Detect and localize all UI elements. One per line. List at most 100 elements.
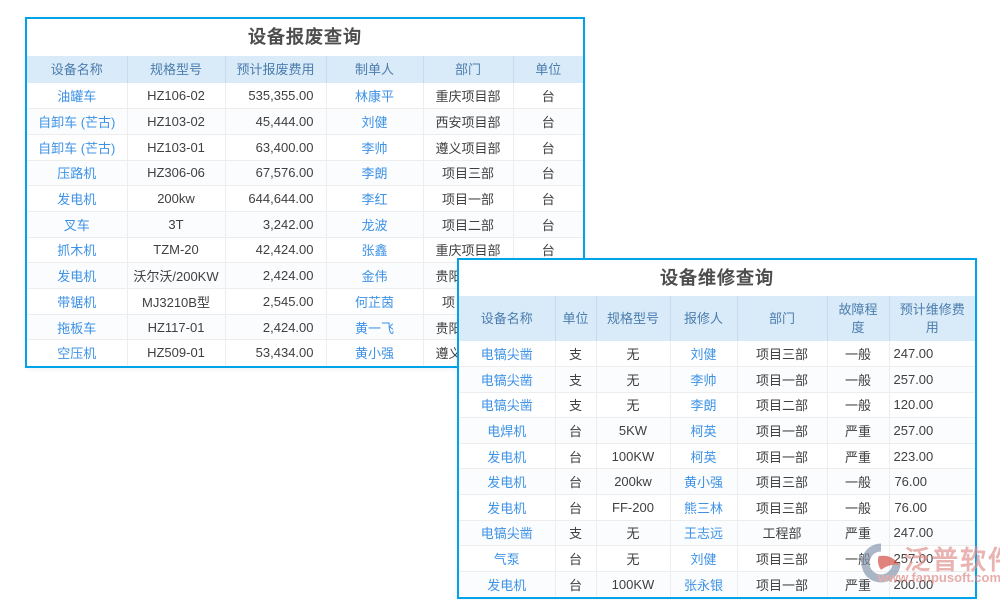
table-row: 电镐尖凿支无李帅项目一部一般257.00 [459, 367, 975, 393]
equipment-name-link[interactable]: 发电机 [459, 469, 555, 495]
unit-cell: 台 [513, 134, 583, 160]
reporter-link[interactable]: 黄小强 [670, 469, 737, 495]
column-header-equipment-name: 设备名称 [459, 296, 555, 341]
equipment-name-link[interactable]: 气泵 [459, 546, 555, 572]
spec-model-cell: 无 [596, 392, 670, 418]
creator-link[interactable]: 李红 [326, 186, 423, 212]
equipment-name-link[interactable]: 发电机 [459, 443, 555, 469]
spec-model-cell: TZM-20 [127, 237, 225, 263]
unit-cell: 支 [555, 392, 596, 418]
department-cell: 项目二部 [423, 211, 513, 237]
equipment-name-link[interactable]: 电镐尖凿 [459, 520, 555, 546]
creator-link[interactable]: 张鑫 [326, 237, 423, 263]
reporter-link[interactable]: 李帅 [670, 367, 737, 393]
equipment-name-link[interactable]: 叉车 [27, 211, 127, 237]
equipment-name-link[interactable]: 自卸车 (芒古) [27, 134, 127, 160]
fault-level-cell: 严重 [827, 571, 889, 597]
department-cell: 项目一部 [737, 443, 827, 469]
spec-model-cell: 200kw [127, 186, 225, 212]
equipment-name-link[interactable]: 带锯机 [27, 289, 127, 315]
department-cell: 项目三部 [737, 495, 827, 521]
unit-cell: 支 [555, 367, 596, 393]
spec-model-cell: 3T [127, 211, 225, 237]
spec-model-cell: 100KW [596, 571, 670, 597]
repair-cost-cell: 247.00 [889, 341, 975, 367]
equipment-name-link[interactable]: 电镐尖凿 [459, 392, 555, 418]
table-row: 电镐尖凿支无李朗项目二部一般120.00 [459, 392, 975, 418]
spec-model-cell: HZ103-02 [127, 109, 225, 135]
equipment-name-link[interactable]: 电焊机 [459, 418, 555, 444]
reporter-link[interactable]: 刘健 [670, 546, 737, 572]
repair-cost-cell: 200.00 [889, 571, 975, 597]
unit-cell: 台 [513, 211, 583, 237]
table-row: 油罐车HZ106-02535,355.00林康平重庆项目部台 [27, 83, 583, 109]
scrap-header-row: 设备名称规格型号预计报废费用制单人部门单位 [27, 56, 583, 83]
column-header-department: 部门 [737, 296, 827, 341]
creator-link[interactable]: 李朗 [326, 160, 423, 186]
reporter-link[interactable]: 张永银 [670, 571, 737, 597]
reporter-link[interactable]: 李朗 [670, 392, 737, 418]
scrap-cost-cell: 3,242.00 [225, 211, 326, 237]
table-row: 电焊机台5KW柯英项目一部严重257.00 [459, 418, 975, 444]
repair-query-title: 设备维修查询 [459, 260, 975, 296]
column-header-department: 部门 [423, 56, 513, 83]
equipment-name-link[interactable]: 空压机 [27, 340, 127, 366]
spec-model-cell: HZ509-01 [127, 340, 225, 366]
creator-link[interactable]: 李帅 [326, 134, 423, 160]
reporter-link[interactable]: 柯英 [670, 443, 737, 469]
spec-model-cell: MJ3210B型 [127, 289, 225, 315]
reporter-link[interactable]: 熊三林 [670, 495, 737, 521]
department-cell: 项目三部 [737, 546, 827, 572]
fault-level-cell: 一般 [827, 546, 889, 572]
table-row: 自卸车 (芒古)HZ103-0163,400.00李帅遵义项目部台 [27, 134, 583, 160]
unit-cell: 台 [513, 83, 583, 109]
unit-cell: 台 [555, 443, 596, 469]
creator-link[interactable]: 林康平 [326, 83, 423, 109]
equipment-name-link[interactable]: 发电机 [459, 495, 555, 521]
unit-cell: 台 [555, 469, 596, 495]
creator-link[interactable]: 龙波 [326, 211, 423, 237]
equipment-name-link[interactable]: 油罐车 [27, 83, 127, 109]
department-cell: 项目一部 [737, 367, 827, 393]
scrap-cost-cell: 644,644.00 [225, 186, 326, 212]
equipment-name-link[interactable]: 发电机 [27, 263, 127, 289]
creator-link[interactable]: 金伟 [326, 263, 423, 289]
creator-link[interactable]: 黄一飞 [326, 314, 423, 340]
equipment-name-link[interactable]: 发电机 [459, 571, 555, 597]
table-row: 发电机台100KW柯英项目一部严重223.00 [459, 443, 975, 469]
equipment-name-link[interactable]: 拖板车 [27, 314, 127, 340]
spec-model-cell: HZ117-01 [127, 314, 225, 340]
repair-cost-cell: 76.00 [889, 495, 975, 521]
repair-cost-cell: 257.00 [889, 546, 975, 572]
creator-link[interactable]: 黄小强 [326, 340, 423, 366]
column-header-reporter: 报修人 [670, 296, 737, 341]
scrap-cost-cell: 2,424.00 [225, 263, 326, 289]
equipment-name-link[interactable]: 发电机 [27, 186, 127, 212]
unit-cell: 支 [555, 341, 596, 367]
creator-link[interactable]: 何芷茵 [326, 289, 423, 315]
equipment-name-link[interactable]: 自卸车 (芒古) [27, 109, 127, 135]
fault-level-cell: 一般 [827, 392, 889, 418]
spec-model-cell: 200kw [596, 469, 670, 495]
department-cell: 项目二部 [737, 392, 827, 418]
department-cell: 项目三部 [423, 160, 513, 186]
spec-model-cell: 无 [596, 367, 670, 393]
equipment-name-link[interactable]: 压路机 [27, 160, 127, 186]
equipment-name-link[interactable]: 抓木机 [27, 237, 127, 263]
page-canvas: 设备报废查询 设备名称规格型号预计报废费用制单人部门单位 油罐车HZ106-02… [0, 0, 1000, 600]
reporter-link[interactable]: 王志远 [670, 520, 737, 546]
equipment-name-link[interactable]: 电镐尖凿 [459, 367, 555, 393]
department-cell: 项目一部 [737, 571, 827, 597]
column-header-unit: 单位 [555, 296, 596, 341]
reporter-link[interactable]: 柯英 [670, 418, 737, 444]
department-cell: 工程部 [737, 520, 827, 546]
department-cell: 项目一部 [737, 418, 827, 444]
reporter-link[interactable]: 刘健 [670, 341, 737, 367]
spec-model-cell: HZ103-01 [127, 134, 225, 160]
table-row: 自卸车 (芒古)HZ103-0245,444.00刘健西安项目部台 [27, 109, 583, 135]
table-row: 电镐尖凿支无王志远工程部严重247.00 [459, 520, 975, 546]
creator-link[interactable]: 刘健 [326, 109, 423, 135]
spec-model-cell: 沃尔沃/200KW [127, 263, 225, 289]
equipment-name-link[interactable]: 电镐尖凿 [459, 341, 555, 367]
unit-cell: 台 [513, 160, 583, 186]
